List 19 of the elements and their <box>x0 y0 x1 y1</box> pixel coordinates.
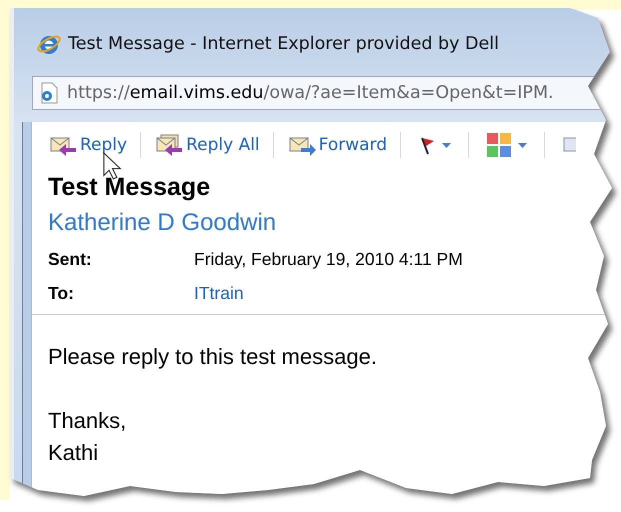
field-label: To: <box>48 282 75 304</box>
page-icon <box>39 82 59 104</box>
field-value: Friday, February 19, 2010 4:11 PM <box>194 248 463 270</box>
forward-button[interactable]: Forward <box>286 134 388 156</box>
caret-icon <box>518 142 528 148</box>
sender-link[interactable]: Katherine D Goodwin <box>48 204 621 242</box>
categories-icon <box>486 132 512 158</box>
recipient-link[interactable]: ITtrain <box>194 282 244 304</box>
message-subject: Test Message <box>48 172 212 203</box>
signoff-text: Thanks, <box>48 407 128 435</box>
body-text: Please reply to this test message. <box>48 343 378 371</box>
reply-all-button[interactable]: Reply All <box>154 134 260 156</box>
signoff-text: Kathi <box>48 439 100 467</box>
envelope-arrow-icon <box>154 134 184 156</box>
field-label: Sent: <box>48 248 93 270</box>
caret-icon <box>442 142 452 148</box>
window-title: Test Message - Internet Explorer provided by Dell <box>68 34 500 54</box>
flag-icon <box>418 135 436 155</box>
reply-button[interactable]: Reply <box>48 134 128 156</box>
